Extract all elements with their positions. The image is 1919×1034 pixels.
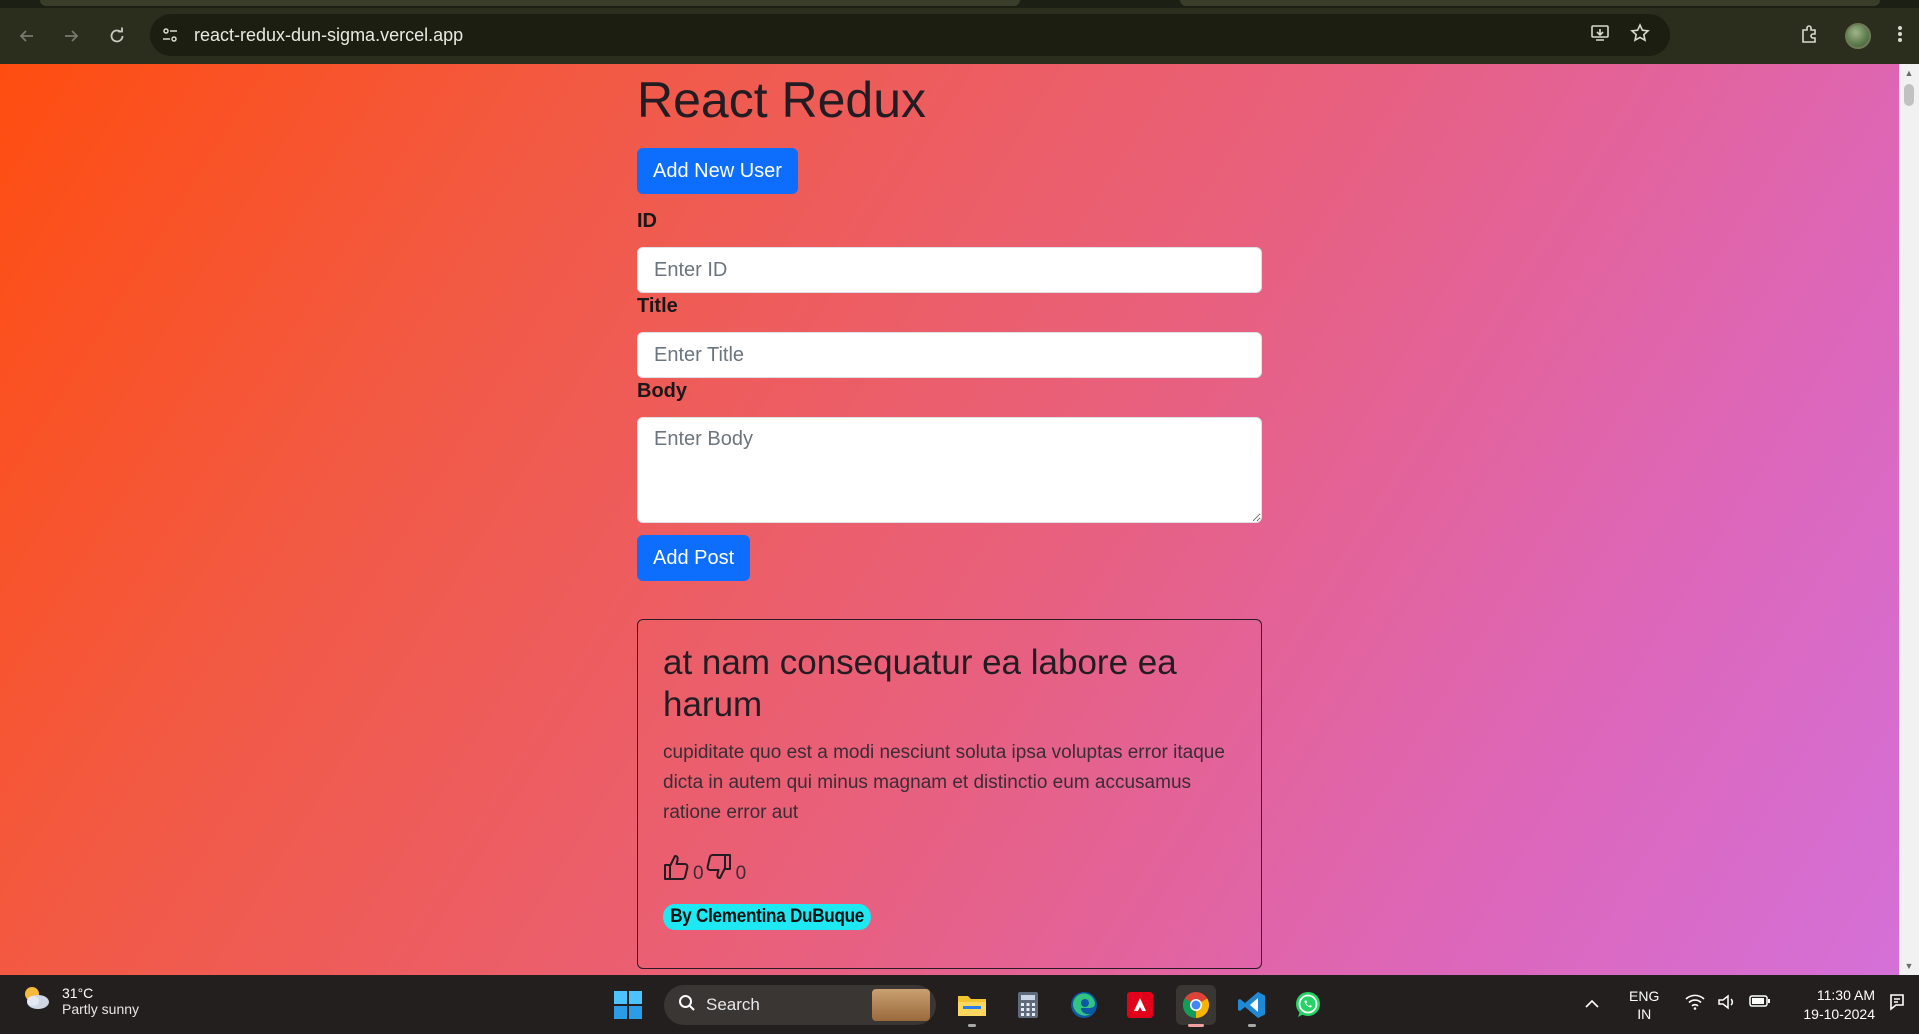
language-code: ENG xyxy=(1629,987,1660,1004)
post-card: at nam consequatur ea labore ea harum cu… xyxy=(637,619,1262,969)
active-indicator xyxy=(1188,1024,1204,1027)
taskbar-apps: Search xyxy=(608,983,1328,1027)
windows-logo-icon xyxy=(614,991,642,1019)
more-menu-icon[interactable] xyxy=(1897,24,1903,49)
search-highlight-image xyxy=(872,989,930,1021)
reactions-bar: 0 0 xyxy=(663,850,1236,884)
weather-widget[interactable]: 31°C Partly sunny xyxy=(20,983,139,1018)
back-icon[interactable] xyxy=(13,22,41,50)
amd-icon xyxy=(1127,992,1153,1018)
title-input[interactable] xyxy=(637,332,1262,378)
site-info-icon[interactable] xyxy=(150,26,190,44)
tab-strip xyxy=(0,0,1919,8)
clock[interactable]: 11:30 AM 19-10-2024 xyxy=(1803,986,1875,1024)
battery-icon[interactable] xyxy=(1749,994,1771,1015)
thumbs-down-icon xyxy=(706,853,732,884)
scroll-down-arrow-icon[interactable]: ▼ xyxy=(1899,957,1919,975)
thumbs-up-icon xyxy=(663,853,689,884)
add-post-button[interactable]: Add Post xyxy=(637,535,751,581)
edge-icon xyxy=(1071,992,1097,1018)
toolbar-actions xyxy=(1799,8,1919,64)
profile-avatar[interactable] xyxy=(1845,23,1871,49)
body-textarea[interactable] xyxy=(637,417,1262,523)
chrome-icon xyxy=(1182,992,1210,1019)
body-label: Body xyxy=(637,380,687,402)
show-hidden-icons-icon[interactable] xyxy=(1585,996,1599,1014)
post-title: at nam consequatur ea labore ea harum xyxy=(663,643,1177,724)
weather-temp: 31°C xyxy=(62,984,94,1001)
search-icon xyxy=(678,994,696,1017)
extensions-icon[interactable] xyxy=(1799,24,1819,49)
id-input[interactable] xyxy=(637,247,1262,293)
add-new-user-button[interactable]: Add New User xyxy=(637,148,798,194)
taskbar-whatsapp[interactable] xyxy=(1288,985,1328,1025)
url-text[interactable]: react-redux-dun-sigma.vercel.app xyxy=(194,25,463,46)
taskbar-chrome[interactable] xyxy=(1176,985,1216,1027)
post-body: cupiditate quo est a modi nesciunt solut… xyxy=(663,742,1225,823)
scrollbar-thumb[interactable] xyxy=(1904,84,1914,106)
like-button[interactable]: 0 xyxy=(663,853,706,884)
clock-time: 11:30 AM xyxy=(1816,986,1875,1003)
clock-date: 19-10-2024 xyxy=(1803,1005,1875,1022)
page-title: React Redux xyxy=(637,72,927,128)
taskbar-amd-software[interactable] xyxy=(1120,985,1160,1025)
page-viewport: React Redux Add New User ID Title Body A… xyxy=(0,64,1899,975)
id-label: ID xyxy=(637,210,657,232)
bookmark-star-icon[interactable] xyxy=(1630,22,1650,48)
running-indicator xyxy=(1248,1024,1256,1027)
language-indicator[interactable]: ENG IN xyxy=(1629,987,1659,1023)
post-form: ID Title Body Add Post xyxy=(637,210,1262,581)
vscode-icon xyxy=(1238,992,1265,1018)
app-container: React Redux Add New User ID Title Body A… xyxy=(637,64,1262,969)
taskbar-vscode[interactable] xyxy=(1232,985,1272,1027)
notification-icon[interactable] xyxy=(1887,992,1907,1017)
weather-condition: Partly sunny xyxy=(62,1000,140,1017)
start-button[interactable] xyxy=(608,985,648,1025)
author-badge: By Clementina DuBuque xyxy=(663,904,872,930)
wifi-icon[interactable] xyxy=(1685,994,1705,1015)
forward-icon[interactable] xyxy=(57,22,85,50)
taskbar-file-explorer[interactable] xyxy=(952,985,992,1027)
install-app-icon[interactable] xyxy=(1590,23,1610,48)
calculator-icon xyxy=(1018,992,1038,1018)
like-count: 0 xyxy=(693,863,704,884)
dislike-button[interactable]: 0 xyxy=(706,853,749,884)
os-taskbar: 31°C Partly sunny Search ENG IN 11:30 AM… xyxy=(0,975,1919,1034)
page-scrollbar[interactable]: ▲ ▼ xyxy=(1899,64,1919,975)
taskbar-edge[interactable] xyxy=(1064,985,1104,1025)
dislike-count: 0 xyxy=(735,863,747,884)
taskbar-search[interactable]: Search xyxy=(664,985,936,1025)
taskbar-calculator[interactable] xyxy=(1008,985,1048,1025)
tray-status-icons[interactable] xyxy=(1685,994,1771,1015)
whatsapp-icon xyxy=(1296,992,1320,1017)
folder-icon xyxy=(958,996,986,1016)
volume-icon[interactable] xyxy=(1717,994,1737,1015)
search-label: Search xyxy=(706,995,760,1014)
browser-toolbar: react-redux-dun-sigma.vercel.app xyxy=(0,8,1919,64)
running-indicator xyxy=(968,1024,976,1027)
title-label: Title xyxy=(637,295,678,317)
reload-icon[interactable] xyxy=(103,22,131,50)
browser-tab[interactable] xyxy=(40,0,1020,6)
system-tray: ENG IN 11:30 AM 19-10-2024 xyxy=(1585,975,1919,1034)
address-bar[interactable]: react-redux-dun-sigma.vercel.app xyxy=(150,14,1670,56)
scroll-up-arrow-icon[interactable]: ▲ xyxy=(1899,64,1919,82)
region-code: IN xyxy=(1637,1005,1652,1022)
browser-tab[interactable] xyxy=(1180,0,1880,6)
partly-sunny-icon xyxy=(20,983,52,1018)
